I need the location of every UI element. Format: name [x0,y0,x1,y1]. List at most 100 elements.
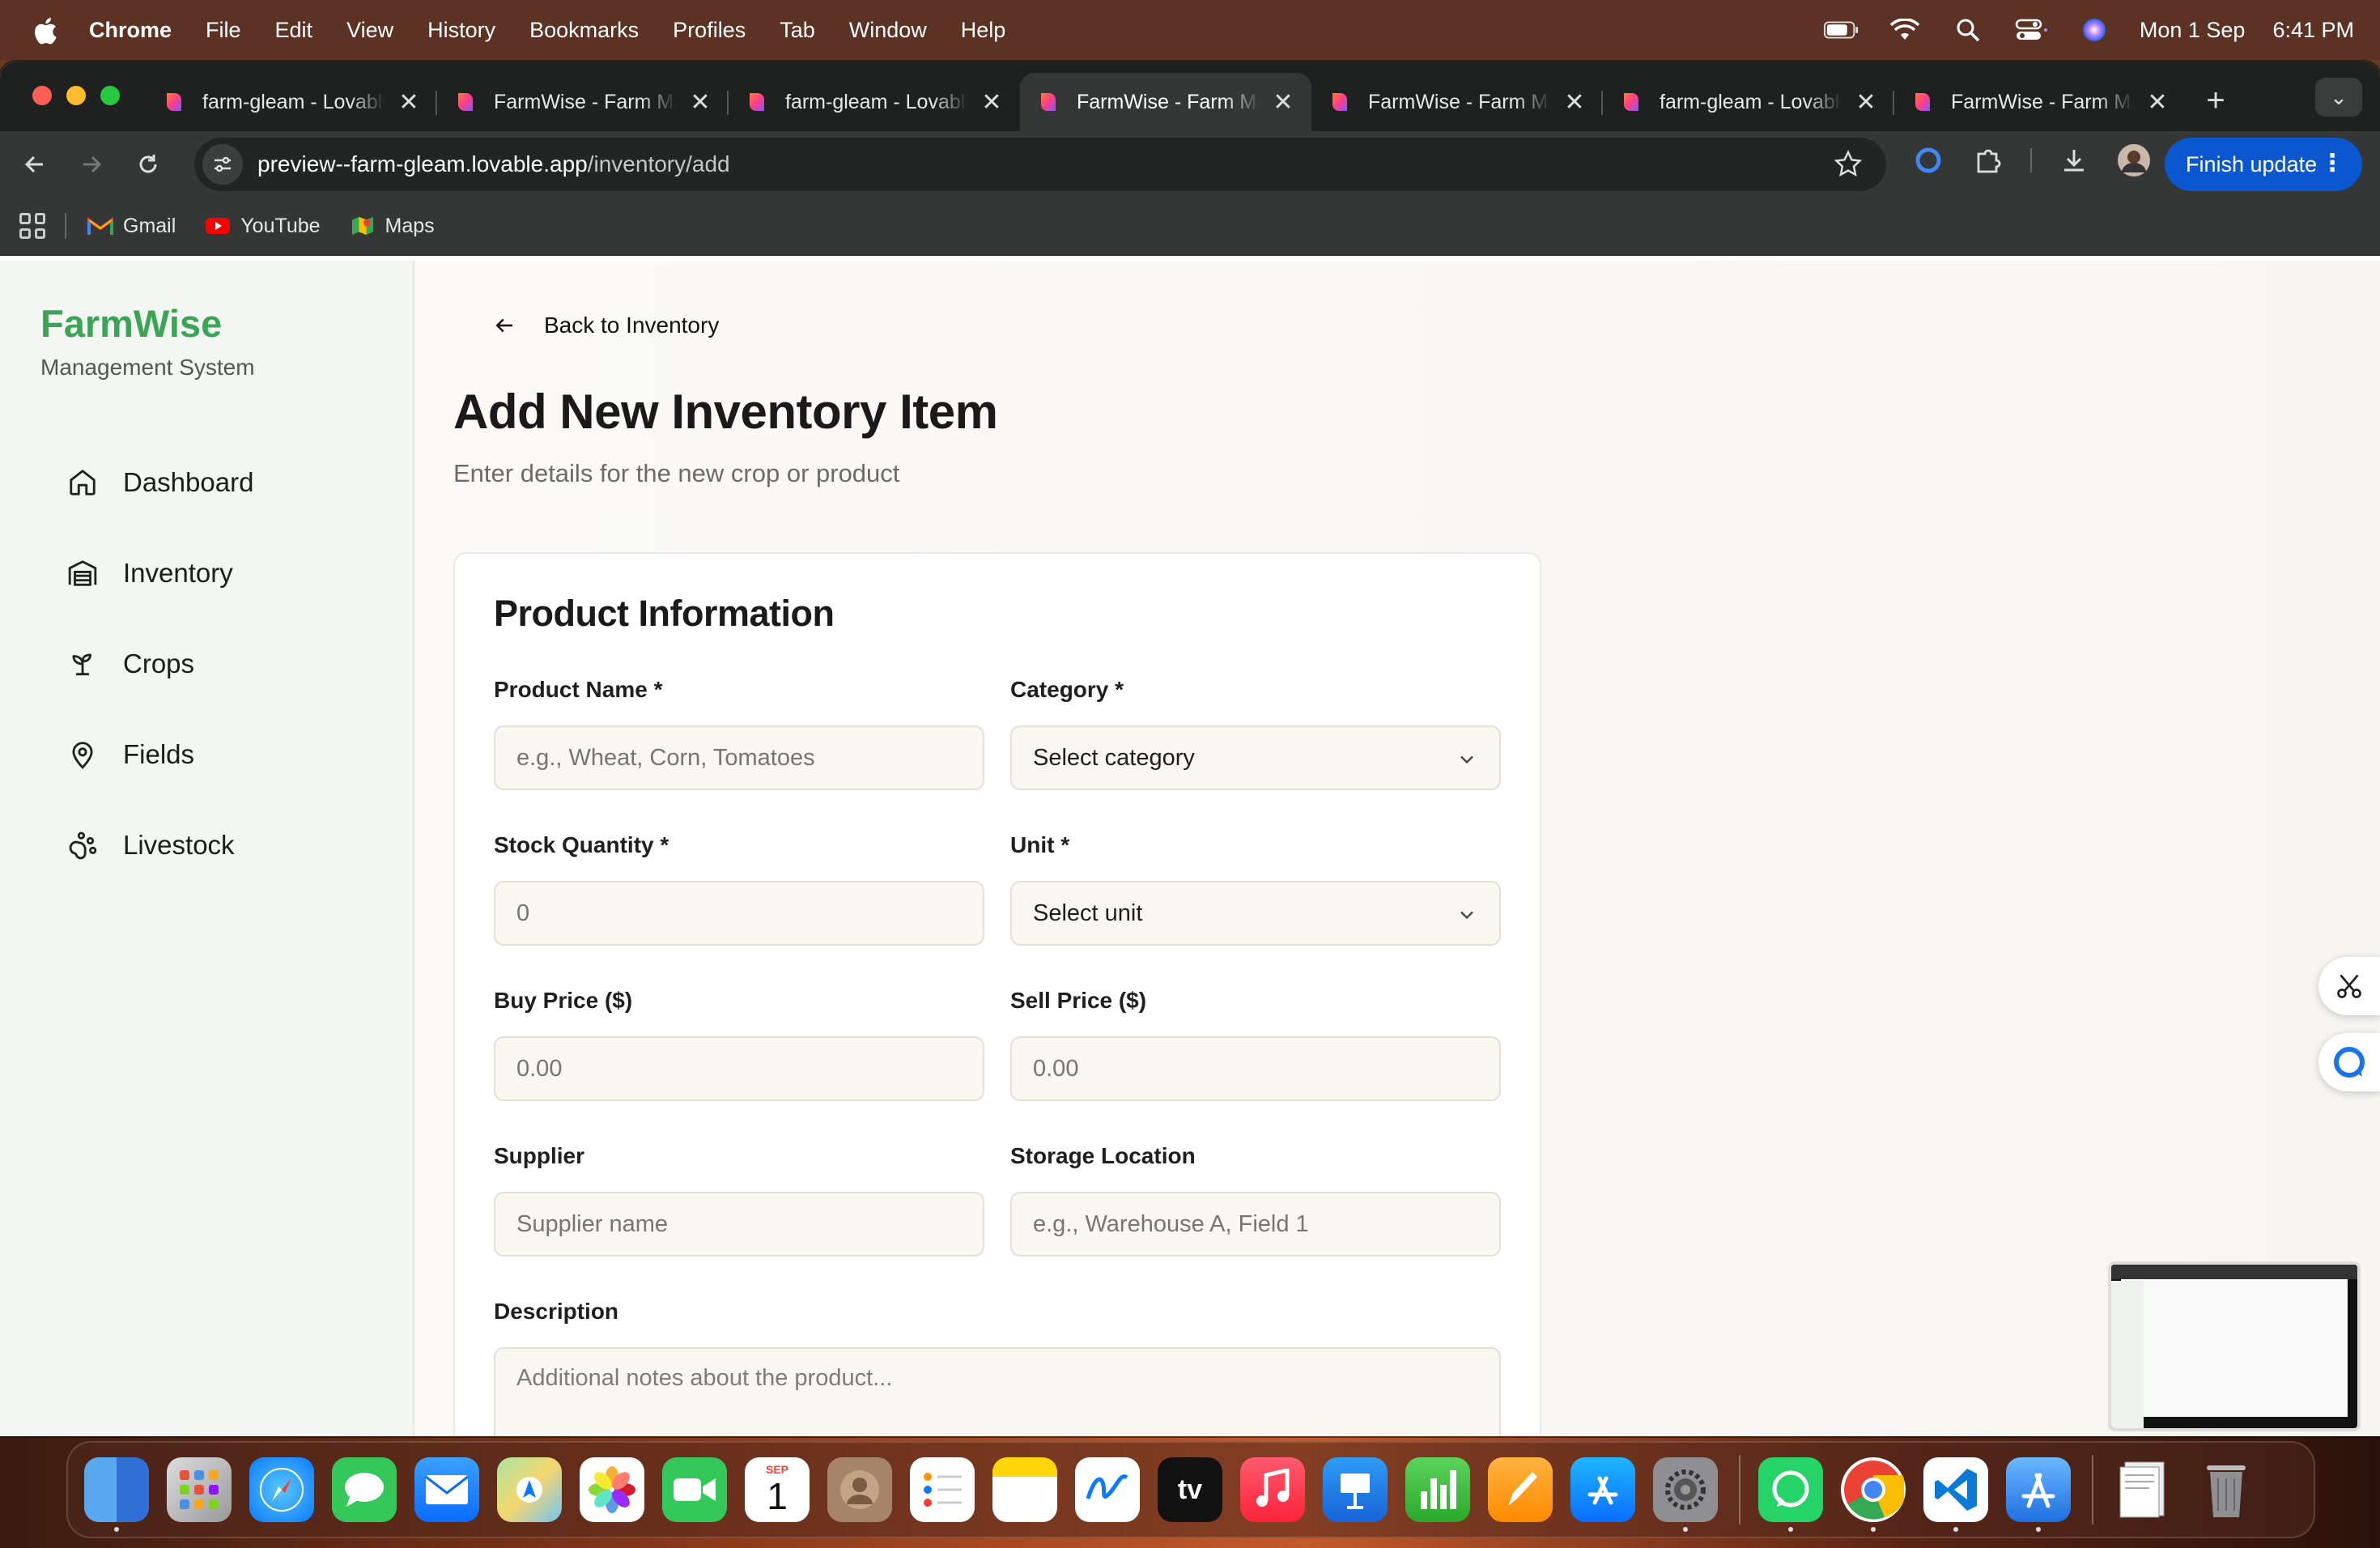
address-bar[interactable]: preview--farm-gleam.lovable.app/inventor… [194,138,1886,191]
sidebar-item-inventory[interactable]: Inventory [37,528,385,619]
menu-history[interactable]: History [427,18,495,43]
scissors-widget-button[interactable] [2318,957,2380,1015]
trash-icon[interactable] [2194,1457,2259,1522]
bookmark-youtube[interactable]: YouTube [205,215,321,238]
launchpad-icon[interactable] [167,1457,232,1522]
tab-farmwise-1[interactable]: FarmWise - Farm Management ✕ [437,73,729,131]
xcode-instruments-icon[interactable] [2006,1457,2071,1532]
app-store-icon[interactable] [1570,1457,1635,1522]
sell-price-input[interactable] [1010,1036,1501,1101]
tab-farmwise-3[interactable]: FarmWise - Farm Management ✕ [1311,73,1603,131]
supplier-input[interactable] [494,1192,984,1257]
close-tab-icon[interactable]: ✕ [688,88,712,117]
music-icon[interactable] [1240,1457,1305,1522]
menubar-time[interactable]: 6:41 PM [2272,18,2354,43]
safari-icon[interactable] [249,1457,314,1522]
category-select[interactable]: Select category [1010,725,1501,790]
maps-app-icon[interactable] [497,1457,562,1522]
notes-icon[interactable] [992,1457,1057,1522]
sidebar-item-dashboard[interactable]: Dashboard [37,437,385,528]
tab-farmwise-4[interactable]: FarmWise - Farm Management ✕ [1894,73,2186,131]
menu-view[interactable]: View [346,18,393,43]
download-icon[interactable] [2056,142,2092,178]
tab-farm-gleam-1[interactable]: farm-gleam - Lovable ✕ [146,73,437,131]
tab-farm-gleam-2[interactable]: farm-gleam - Lovable ✕ [729,73,1020,131]
finder-icon[interactable] [84,1457,149,1532]
product-name-input[interactable] [494,725,984,790]
close-tab-icon[interactable]: ✕ [1271,88,1295,117]
spotlight-search-icon[interactable] [1950,18,1986,42]
facetime-icon[interactable] [662,1457,727,1522]
extension-circle-icon[interactable] [1910,142,1946,178]
reminders-icon[interactable] [910,1457,975,1522]
close-tab-icon[interactable]: ✕ [2145,88,2170,117]
close-tab-icon[interactable]: ✕ [980,88,1004,117]
bookmark-star-icon[interactable] [1833,149,1864,180]
menu-window[interactable]: Window [849,18,927,43]
menubar-date[interactable]: Mon 1 Sep [2140,18,2246,43]
tab-farm-gleam-3[interactable]: farm-gleam - Lovable ✕ [1603,73,1894,131]
sidebar-item-livestock[interactable]: Livestock [37,800,385,891]
reload-button[interactable] [126,142,170,186]
menu-app-name[interactable]: Chrome [89,18,172,43]
chat-widget-button[interactable] [2318,1033,2380,1091]
apps-grid-icon[interactable] [19,213,45,239]
profile-avatar[interactable] [2116,142,2152,178]
menu-bookmarks[interactable]: Bookmarks [529,18,639,43]
mail-icon[interactable] [414,1457,479,1522]
menu-tab[interactable]: Tab [780,18,815,43]
unit-select[interactable]: Select unit [1010,881,1501,946]
close-tab-icon[interactable]: ✕ [1854,88,1878,117]
minimize-window-button[interactable] [66,86,86,105]
close-tab-icon[interactable]: ✕ [1562,88,1587,117]
vscode-icon[interactable] [1923,1457,1988,1532]
zoom-window-button[interactable] [100,86,120,105]
bookmark-gmail[interactable]: Gmail [87,215,176,238]
apple-menu-icon[interactable] [31,15,60,45]
chrome-icon[interactable] [1841,1457,1906,1532]
freeform-icon[interactable] [1075,1457,1140,1522]
calendar-icon[interactable]: SEP 1 [745,1457,810,1522]
downloads-stack-icon[interactable] [2111,1457,2176,1522]
new-tab-button[interactable]: + [2195,84,2236,117]
tab-search-button[interactable]: ⌄ [2315,78,2362,117]
bookmark-maps[interactable]: Maps [350,215,435,238]
chrome-menu-icon[interactable]: ⋮ [2320,149,2344,178]
url-text[interactable]: preview--farm-gleam.lovable.app/inventor… [257,151,730,177]
sidebar-item-crops[interactable]: Crops [37,619,385,709]
system-settings-icon[interactable] [1653,1457,1718,1532]
photos-icon[interactable] [580,1457,644,1522]
menu-file[interactable]: File [206,18,241,43]
keynote-icon[interactable] [1323,1457,1388,1522]
menu-profiles[interactable]: Profiles [673,18,746,43]
siri-icon[interactable] [2076,18,2112,42]
control-center-icon[interactable] [2013,18,2049,42]
wifi-icon[interactable] [1887,18,1923,42]
apple-tv-icon[interactable]: tv [1158,1457,1222,1522]
whatsapp-icon[interactable] [1758,1457,1823,1532]
back-to-inventory-link[interactable]: Back to Inventory [481,313,719,338]
extensions-puzzle-icon[interactable] [1970,142,2006,178]
numbers-icon[interactable] [1405,1457,1470,1522]
site-info-icon[interactable] [202,144,243,185]
screenshot-thumbnail[interactable] [2108,1261,2361,1431]
buy-price-input[interactable] [494,1036,984,1101]
description-textarea[interactable]: Additional notes about the product... [494,1347,1501,1436]
close-window-button[interactable] [32,86,52,105]
stock-quantity-input[interactable] [494,881,984,946]
messages-icon[interactable] [332,1457,397,1522]
pages-icon[interactable] [1488,1457,1553,1522]
sidebar-item-fields[interactable]: Fields [37,709,385,800]
contacts-icon[interactable] [827,1457,892,1522]
close-tab-icon[interactable]: ✕ [397,88,421,117]
storage-location-input[interactable] [1010,1192,1501,1257]
back-button[interactable] [13,142,57,186]
forward-button[interactable] [70,142,113,186]
apple-tv-label: tv [1177,1474,1203,1505]
battery-icon[interactable] [1823,18,1859,42]
finish-update-button[interactable]: Finish update ⋮ [2165,138,2362,191]
tab-farmwise-active[interactable]: FarmWise - Farm Management ✕ [1020,73,1311,131]
menu-help[interactable]: Help [961,18,1006,43]
menu-edit[interactable]: Edit [275,18,313,43]
brand-logo-text[interactable]: FarmWise [40,301,222,346]
